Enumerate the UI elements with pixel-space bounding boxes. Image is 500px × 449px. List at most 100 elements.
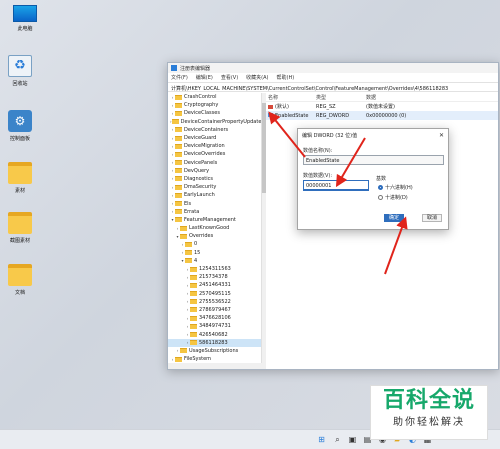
tree-item-label: 3484974731 — [199, 323, 231, 330]
tree-item[interactable]: ▾ FeatureManagement — [168, 216, 261, 224]
folder-icon — [175, 135, 182, 141]
tree-item-label: 4 — [194, 257, 198, 264]
folder-icon — [190, 340, 197, 346]
tree-item[interactable]: › 2451464331 — [168, 281, 261, 289]
tree-item-label: FileSystem — [184, 356, 212, 363]
column-data-header[interactable]: 数据 — [366, 94, 498, 101]
folder-icon — [175, 184, 182, 190]
menu-view[interactable]: 查看(V) — [221, 74, 238, 81]
tree-item[interactable]: › FileSystem — [168, 355, 261, 363]
value-row[interactable]: (默认) REG_SZ (数值未设置) — [266, 102, 498, 111]
tree-item[interactable]: › 1254311563 — [168, 265, 261, 273]
value-data-input[interactable]: 00000001 — [303, 180, 369, 191]
tree-item[interactable]: › Els — [168, 199, 261, 207]
value-name-text: (默认) — [275, 104, 289, 110]
desktop-icon-label: 素材 — [14, 188, 25, 194]
watermark-subtitle: 助你轻松解决 — [393, 417, 465, 428]
folder-icon — [190, 299, 197, 305]
menu-help[interactable]: 帮助(H) — [277, 74, 295, 81]
folder-icon — [175, 94, 182, 100]
folder-icon — [175, 217, 182, 223]
monitor-icon — [13, 5, 37, 22]
tree-item[interactable]: ▾ 4 — [168, 257, 261, 265]
tree-item[interactable]: › 2755536522 — [168, 298, 261, 306]
radio-decimal[interactable]: 十进制(D) — [378, 194, 408, 201]
tree-item[interactable]: › EarlyLaunch — [168, 191, 261, 199]
menu-edit[interactable]: 编辑(E) — [196, 74, 213, 81]
folder-icon — [175, 168, 182, 174]
close-icon[interactable]: ✕ — [439, 132, 444, 139]
address-bar[interactable]: 计算机\HKEY_LOCAL_MACHINE\SYSTEM\CurrentCon… — [168, 82, 498, 92]
title-bar[interactable]: 注册表编辑器 — [168, 63, 498, 73]
folder-icon — [175, 176, 182, 182]
menu-file[interactable]: 文件(F) — [171, 74, 188, 81]
cancel-button[interactable]: 取消 — [422, 214, 442, 222]
menu-favorites[interactable]: 收藏夹(A) — [246, 74, 268, 81]
tree-item[interactable]: › DevicePanels — [168, 159, 261, 167]
tree-item[interactable]: › 2570495115 — [168, 290, 261, 298]
dialog-title-bar[interactable]: 编辑 DWORD (32 位)值 ✕ — [298, 129, 448, 141]
edit-dword-dialog: 编辑 DWORD (32 位)值 ✕ 数值名称(N): EnabledState… — [297, 128, 449, 230]
tree-item-label: DeviceGuard — [184, 135, 217, 142]
task-view-icon[interactable]: ▣ — [347, 434, 358, 445]
tree-item[interactable]: › 0 — [168, 240, 261, 248]
column-type-header[interactable]: 类型 — [316, 94, 366, 101]
regedit-icon — [171, 65, 177, 71]
tree-item-label: Diagnostics — [184, 175, 214, 182]
ok-button[interactable]: 确定 — [384, 214, 404, 222]
tree-item-label: DeviceOverrides — [184, 151, 226, 158]
folder-shortcut[interactable]: 素材 — [0, 162, 40, 208]
tree-item[interactable]: › Cryptography — [168, 101, 261, 109]
folder-icon — [175, 201, 182, 207]
tree-item[interactable]: › 2786979467 — [168, 306, 261, 314]
value-name-field[interactable]: EnabledState — [303, 155, 444, 165]
column-name-header[interactable]: 名称 — [266, 94, 316, 101]
tree-item[interactable]: › DeviceGuard — [168, 134, 261, 142]
tree-item-label: 215734378 — [199, 274, 228, 281]
tree-item[interactable]: › DeviceClasses — [168, 109, 261, 117]
value-data: (数值未设置) — [366, 104, 395, 110]
tree-item[interactable]: › DmaSecurity — [168, 183, 261, 191]
registry-tree[interactable]: › CrashControl › Cryptography › DeviceClasses… — [168, 93, 262, 363]
folder-icon — [190, 282, 197, 288]
this-pc-shortcut[interactable]: 此电脑 — [5, 5, 45, 51]
tree-item-label: LastKnownGood — [189, 225, 230, 232]
tree-item[interactable]: › DeviceContainers — [168, 126, 261, 134]
control-panel-icon: ⚙ — [8, 110, 32, 132]
radio-hexadecimal[interactable]: 十六进制(H) — [378, 184, 413, 191]
tree-item[interactable]: › DeviceOverrides — [168, 150, 261, 158]
tree-horizontal-scrollbar[interactable] — [168, 363, 266, 369]
tree-item[interactable]: › Errata — [168, 208, 261, 216]
tree-item[interactable]: › LastKnownGood — [168, 224, 261, 232]
value-data-label: 数值数据(V): — [303, 173, 333, 179]
tree-item[interactable]: › DeviceMigration — [168, 142, 261, 150]
tree-item[interactable]: › 3476628106 — [168, 314, 261, 322]
tree-item[interactable]: › UsageSubscriptions — [168, 347, 261, 355]
folder-shortcut[interactable]: 文档 — [0, 264, 40, 310]
tree-item[interactable]: › 426540682 — [168, 330, 261, 338]
radio-unselected-icon — [378, 195, 383, 200]
tree-item[interactable]: › CrashControl — [168, 93, 261, 101]
tree-item[interactable]: › Diagnostics — [168, 175, 261, 183]
tree-item[interactable]: ›DeviceContainerPropertyUpdateEvents — [168, 118, 261, 126]
folder-shortcut[interactable]: 截图素材 — [0, 212, 40, 258]
folder-icon — [185, 258, 192, 264]
recycle-bin-shortcut[interactable]: ♻ 回收站 — [0, 55, 40, 101]
control-panel-shortcut[interactable]: ⚙ 控制面板 — [0, 110, 40, 156]
value-row[interactable]: EnabledState REG_DWORD 0x00000000 (0) — [266, 111, 498, 120]
search-icon[interactable]: ⌕ — [332, 434, 343, 445]
tree-item[interactable]: › 586118283 — [168, 338, 261, 347]
tree-item[interactable]: › 15 — [168, 249, 261, 257]
tree-item[interactable]: › 215734378 — [168, 273, 261, 281]
folder-icon — [190, 323, 197, 329]
start-icon[interactable]: ⊞ — [316, 434, 327, 445]
value-name: (默认) — [266, 103, 316, 110]
radio-hex-label: 十六进制(H) — [385, 185, 413, 191]
tree-item-label: 586118283 — [199, 339, 228, 346]
folder-icon — [180, 348, 187, 354]
tree-item[interactable]: › 3484974731 — [168, 322, 261, 330]
tree-item-label: CrashControl — [184, 94, 217, 101]
tree-item[interactable]: › DevQuery — [168, 167, 261, 175]
tree-item[interactable]: ▾ Overrides — [168, 232, 261, 240]
menu-bar: 文件(F) 编辑(E) 查看(V) 收藏夹(A) 帮助(H) — [168, 73, 498, 82]
